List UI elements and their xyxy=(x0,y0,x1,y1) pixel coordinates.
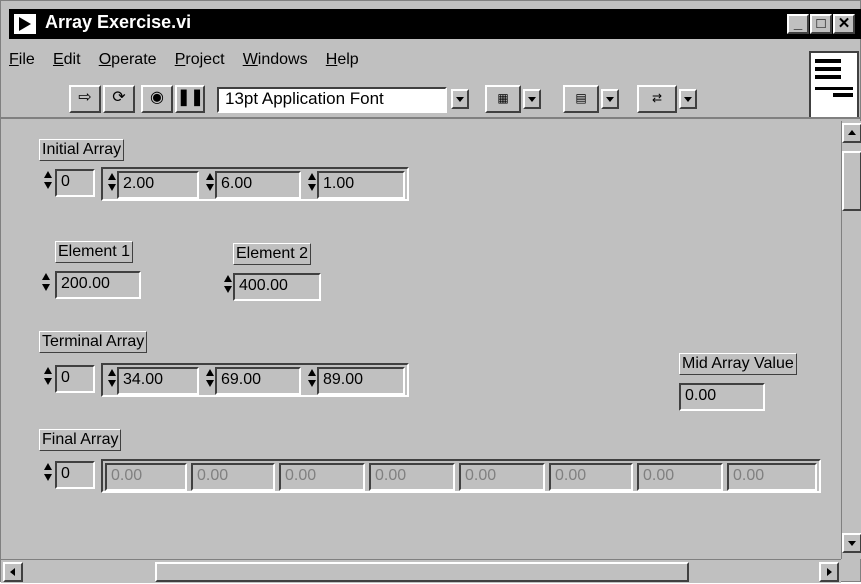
maximize-button[interactable]: □ xyxy=(810,14,832,34)
reorder-button[interactable]: ⇄ xyxy=(637,85,677,113)
horizontal-scroll-thumb[interactable] xyxy=(155,562,689,582)
menu-bar: File Edit Operate Project Windows Help xyxy=(9,51,809,75)
distribute-dropdown-button[interactable] xyxy=(601,89,619,109)
final-array-element: 0.00 xyxy=(191,463,275,491)
minimize-button[interactable]: _ xyxy=(787,14,809,34)
initial-array-index[interactable]: 0 xyxy=(55,169,95,197)
initial-element-spinner[interactable] xyxy=(307,171,317,197)
initial-array-element[interactable]: 6.00 xyxy=(215,171,301,199)
window-title: Array Exercise.vi xyxy=(45,12,192,32)
element2-value[interactable]: 400.00 xyxy=(233,273,321,301)
reorder-dropdown-button[interactable] xyxy=(679,89,697,109)
element2-label: Element 2 xyxy=(233,243,312,265)
terminal-array-element[interactable]: 69.00 xyxy=(215,367,301,395)
scroll-up-button[interactable] xyxy=(842,123,861,143)
terminal-array-label: Terminal Array xyxy=(39,331,148,353)
initial-array-element[interactable]: 1.00 xyxy=(317,171,405,199)
terminal-element-spinner[interactable] xyxy=(107,367,117,393)
terminal-element-spinner[interactable] xyxy=(205,367,215,393)
scroll-down-button[interactable] xyxy=(842,533,861,553)
font-dropdown-button[interactable] xyxy=(451,89,469,109)
final-array-index[interactable]: 0 xyxy=(55,461,95,489)
toolbar: ⇨ ⟳ ◉ ❚❚ 13pt Application Font ▦ ▤ ⇄ xyxy=(1,79,861,119)
arrow-up-icon xyxy=(848,130,856,135)
arrow-right-icon xyxy=(827,568,832,576)
run-button[interactable]: ⇨ xyxy=(69,85,101,113)
align-dropdown-button[interactable] xyxy=(523,89,541,109)
vi-window: Array Exercise.vi _ □ ✕ File Edit Operat… xyxy=(0,0,861,583)
terminal-element-spinner[interactable] xyxy=(307,367,317,393)
arrow-down-icon xyxy=(848,541,856,546)
abort-button[interactable]: ◉ xyxy=(141,85,173,113)
final-array-element: 0.00 xyxy=(279,463,365,491)
vertical-scrollbar[interactable] xyxy=(841,121,861,559)
front-panel: Initial Array 0 2.00 6.00 1.00 Element 1… xyxy=(1,121,841,559)
font-selector[interactable]: 13pt Application Font xyxy=(217,87,447,113)
menu-help[interactable]: Help xyxy=(326,51,359,69)
mid-array-value-label: Mid Array Value xyxy=(679,353,797,375)
element2-spinner[interactable] xyxy=(223,273,233,299)
vertical-scroll-thumb[interactable] xyxy=(842,151,861,211)
final-array-element: 0.00 xyxy=(369,463,455,491)
initial-array-label: Initial Array xyxy=(39,139,125,161)
scroll-left-button[interactable] xyxy=(3,562,23,582)
terminal-array-index-spinner[interactable] xyxy=(43,365,53,391)
menu-file[interactable]: File xyxy=(9,51,35,69)
mid-array-value-indicator: 0.00 xyxy=(679,383,765,411)
final-array-element: 0.00 xyxy=(637,463,723,491)
final-array-element: 0.00 xyxy=(727,463,817,491)
initial-array-index-spinner[interactable] xyxy=(43,169,53,195)
terminal-array-element[interactable]: 34.00 xyxy=(117,367,199,395)
title-bar: Array Exercise.vi _ □ ✕ xyxy=(9,9,861,39)
element1-spinner[interactable] xyxy=(41,271,51,297)
pause-button[interactable]: ❚❚ xyxy=(175,85,205,113)
close-button[interactable]: ✕ xyxy=(833,14,855,34)
vi-icon xyxy=(13,13,37,35)
menu-operate[interactable]: Operate xyxy=(99,51,157,69)
element1-label: Element 1 xyxy=(55,241,134,263)
initial-element-spinner[interactable] xyxy=(205,171,215,197)
final-array-index-spinner[interactable] xyxy=(43,461,53,487)
run-continuously-button[interactable]: ⟳ xyxy=(103,85,135,113)
initial-element-spinner[interactable] xyxy=(107,171,117,197)
distribute-objects-button[interactable]: ▤ xyxy=(563,85,599,113)
menu-windows[interactable]: Windows xyxy=(243,51,308,69)
terminal-array-element[interactable]: 89.00 xyxy=(317,367,405,395)
menu-project[interactable]: Project xyxy=(175,51,225,69)
scroll-right-button[interactable] xyxy=(819,562,839,582)
final-array-label: Final Array xyxy=(39,429,122,451)
initial-array-element[interactable]: 2.00 xyxy=(117,171,199,199)
final-array-element: 0.00 xyxy=(549,463,633,491)
align-objects-button[interactable]: ▦ xyxy=(485,85,521,113)
arrow-left-icon xyxy=(10,568,15,576)
terminal-array-index[interactable]: 0 xyxy=(55,365,95,393)
element1-value[interactable]: 200.00 xyxy=(55,271,141,299)
final-array-element: 0.00 xyxy=(105,463,187,491)
menu-edit[interactable]: Edit xyxy=(53,51,81,69)
horizontal-scrollbar[interactable] xyxy=(1,559,841,583)
final-array-element: 0.00 xyxy=(459,463,545,491)
